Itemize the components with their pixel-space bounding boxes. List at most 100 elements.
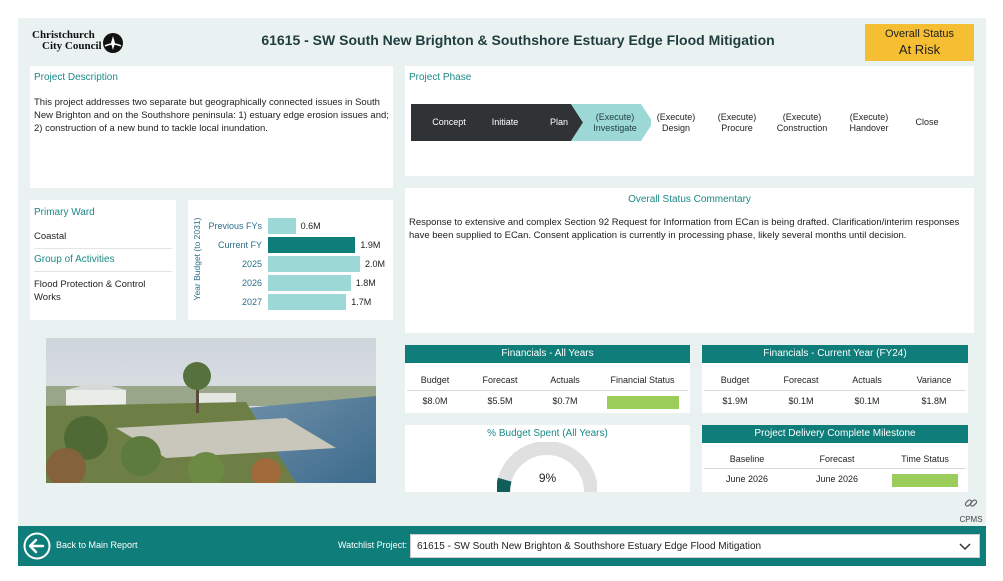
fin-cur-actuals: $0.1M (854, 396, 880, 406)
phase-step-design: (Execute) Design (656, 111, 696, 133)
back-to-main-button[interactable]: Back to Main Report (18, 526, 168, 566)
milestone-divider (704, 468, 966, 469)
bar-label-2: 2025 (241, 259, 262, 269)
status-commentary-text: Response to extensive and complex Sectio… (409, 217, 960, 241)
link-icon (964, 499, 978, 507)
primary-ward-value: Coastal (34, 231, 67, 242)
bar-value-4: 1.7M (351, 297, 372, 307)
milestone-title: Project Delivery Complete Milestone (702, 425, 968, 443)
overall-status-value: At Risk (898, 42, 941, 57)
watchlist-project-select[interactable]: 61615 - SW South New Brighton & Southsho… (410, 534, 980, 558)
bar-value-1: 1.9M (360, 240, 381, 250)
phase-step-initiate: Initiate (491, 117, 519, 127)
chevron-down-icon (959, 543, 971, 551)
milestone-forecast: June 2026 (815, 474, 859, 484)
fin-all-budget: $8.0M (422, 396, 448, 406)
phase-step-close: Close (915, 117, 939, 127)
overall-status-label: Overall Status (884, 28, 955, 40)
footer-bar: Back to Main Report Watchlist Project: 6… (18, 526, 986, 566)
milestone-header-baseline: Baseline (729, 454, 765, 464)
fin-all-forecast: $5.5M (487, 396, 513, 406)
bar-1 (268, 237, 356, 253)
milestone-values: June 2026 June 2026 (702, 474, 968, 487)
milestone-header-forecast: Forecast (819, 454, 855, 464)
bar-label-4: 2027 (241, 297, 262, 307)
bar-4 (268, 294, 347, 310)
project-description-text: This project addresses two separate but … (34, 97, 389, 134)
phase-step-procure: (Execute) Procure (717, 111, 757, 133)
cpms-link[interactable]: CPMS (956, 496, 986, 524)
bar-label-0: Previous FYs (208, 221, 262, 231)
fin-all-header-status: Financial Status (610, 375, 675, 385)
fin-all-actuals: $0.7M (552, 396, 578, 406)
fin-cur-header-variance: Variance (916, 375, 952, 385)
fin-cur-forecast: $0.1M (788, 396, 814, 406)
gauge-track (497, 442, 597, 492)
financials-current-year-title: Financials - Current Year (FY24) (702, 345, 968, 363)
financials-all-years-values: $8.0M $5.5M $0.7M (405, 396, 690, 409)
budget-spent-value: 9% (538, 471, 557, 485)
phase-step-concept: Concept (432, 117, 466, 127)
council-emblem-icon (103, 33, 123, 53)
back-arrow-icon (23, 532, 51, 560)
milestone-headers: Baseline Forecast Time Status (702, 454, 968, 464)
activity-divider (34, 271, 172, 272)
fin-cur-divider (704, 390, 966, 391)
status-commentary-card: Overall Status Commentary Response to ex… (405, 188, 974, 333)
back-to-main-label: Back to Main Report (56, 540, 138, 550)
cpms-label: CPMS (959, 515, 983, 524)
project-description-title: Project Description (34, 72, 118, 83)
watchlist-project-value: 61615 - SW South New Brighton & Southsho… (417, 541, 762, 552)
financials-all-years-headers: Budget Forecast Actuals Financial Status (405, 375, 690, 385)
bar-label-1: Current FY (217, 240, 262, 250)
financials-current-year-headers: Budget Forecast Actuals Variance (702, 375, 968, 385)
milestone-header-time-status: Time Status (901, 454, 949, 464)
group-of-activities-value: Flood Protection & Control Works (34, 279, 146, 303)
fin-all-divider (407, 390, 688, 391)
financials-current-year-card: Financials - Current Year (FY24) Budget … (702, 345, 968, 413)
bar-0 (268, 218, 296, 234)
ward-card: Primary Ward Coastal Group of Activities… (30, 200, 176, 320)
bar-label-3: 2026 (241, 278, 262, 288)
phase-step-plan: Plan (549, 117, 568, 127)
fin-cur-variance: $1.8M (921, 396, 947, 406)
project-description-card: Project Description This project address… (30, 66, 393, 188)
fin-cur-budget: $1.9M (722, 396, 748, 406)
dashboard: Christchurch City Council 61615 - SW Sou… (18, 18, 986, 566)
overall-status-badge: Overall Status At Risk (865, 24, 974, 61)
budget-spent-card: % Budget Spent (All Years) 9% (405, 425, 690, 492)
fin-all-header-budget: Budget (420, 375, 450, 385)
financials-all-years-title: Financials - All Years (405, 345, 690, 363)
project-phase-title: Project Phase (409, 72, 472, 83)
fin-cur-header-actuals: Actuals (852, 375, 882, 385)
financials-current-year-values: $1.9M $0.1M $0.1M $1.8M (702, 396, 968, 406)
phase-step-investigate: (Execute) Investigate (593, 111, 637, 133)
bar-3 (268, 275, 351, 291)
watchlist-label: Watchlist Project: (338, 540, 408, 550)
bar-value-0: 0.6M (300, 221, 321, 231)
milestone-status-cell (882, 474, 968, 487)
year-budget-chart: Year Budget (to 2031) Previous FYs 0.6M Cu… (188, 200, 393, 320)
ward-divider (34, 248, 172, 249)
fin-all-header-actuals: Actuals (550, 375, 580, 385)
fin-cur-header-budget: Budget (720, 375, 750, 385)
budget-spent-title: % Budget Spent (All Years) (487, 428, 608, 439)
status-commentary-title: Overall Status Commentary (628, 194, 751, 205)
milestone-card: Project Delivery Complete Milestone Base… (702, 425, 968, 492)
bar-value-2: 2.0M (365, 259, 386, 269)
bar-value-3: 1.8M (355, 278, 376, 288)
phase-step-construction: (Execute) Construction (776, 111, 828, 133)
milestone-baseline: June 2026 (725, 474, 769, 484)
fin-cur-header-forecast: Forecast (783, 375, 819, 385)
milestone-status-indicator (892, 474, 958, 487)
fin-all-header-forecast: Forecast (482, 375, 518, 385)
phase-step-handover: (Execute) Handover (849, 111, 889, 133)
fin-all-status-indicator (606, 396, 679, 409)
council-logo: Christchurch City Council (32, 30, 127, 60)
group-of-activities-title: Group of Activities (34, 254, 115, 265)
project-phase-card: Project Phase Concept Initiate Plan (Exe… (405, 66, 974, 176)
primary-ward-title: Primary Ward (34, 207, 95, 218)
page-title: 61615 - SW South New Brighton & Southsho… (261, 32, 775, 48)
bar-2 (268, 256, 360, 272)
fin-all-status-cell (595, 396, 690, 409)
